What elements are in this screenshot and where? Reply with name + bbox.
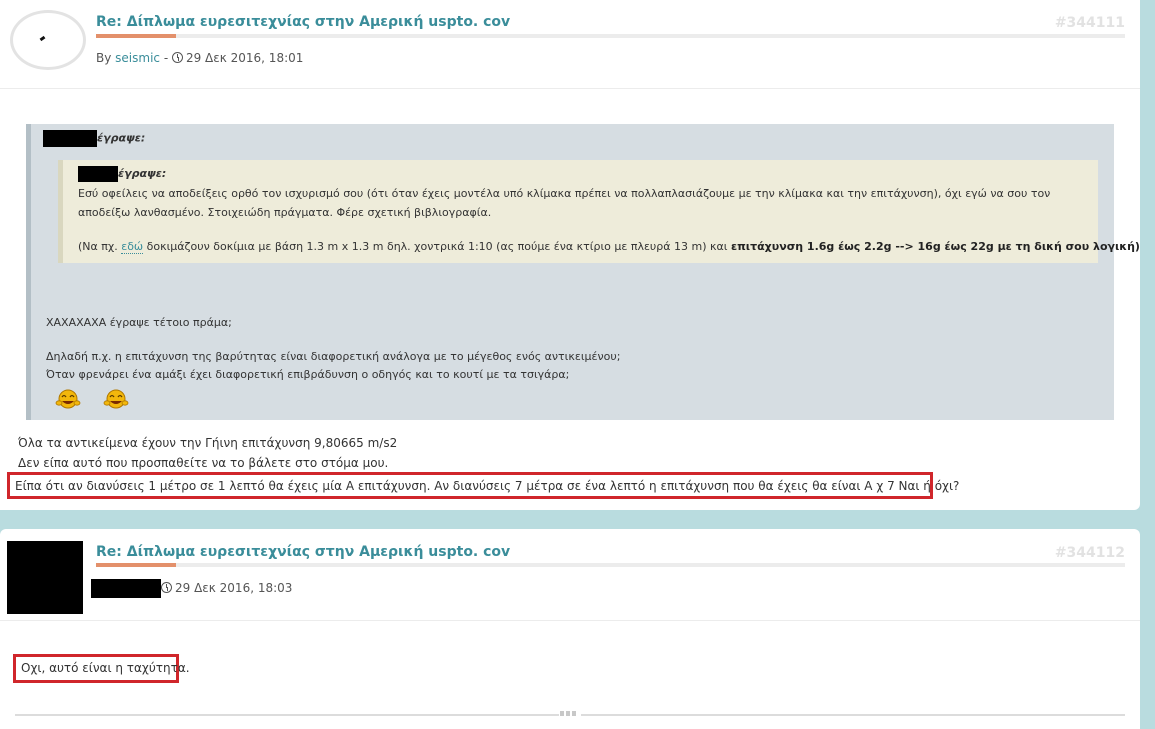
nested-quote-text: Εσύ οφείλεις να αποδείξεις ορθό τον ισχυ…: [78, 187, 1051, 219]
highlight-box: Είπα ότι αν διανύσεις 1 μέτρο σε 1 λεπτό…: [7, 472, 959, 499]
quote-line: Δηλαδή π.χ. η επιτάχυνση της βαρύτητας ε…: [46, 350, 621, 363]
post-meta: By seismic - 29 Δεκ 2016, 18:01: [96, 51, 303, 65]
clock-icon: [161, 582, 172, 593]
avatar[interactable]: [10, 10, 86, 70]
avatar[interactable]: [7, 541, 83, 614]
quote-block: έγραψε: έγραψε: Εσύ οφείλεις να αποδείξε…: [26, 124, 1140, 420]
post-text-line: Δεν είπα αυτό που προσπαθείτε να το βάλε…: [18, 456, 389, 470]
quote-wrote-label: έγραψε:: [97, 131, 146, 145]
highlight-box: Οχι, αυτό είναι η ταχύτητα.: [13, 654, 190, 683]
quote-line: ΧΑΧΑΧΑΧΑ έγραψε τέτοιο πράμα;: [46, 316, 232, 329]
nested-quote-header: έγραψε:: [78, 166, 166, 182]
redacted-username: [43, 130, 97, 147]
nested-quote-reference: (Να πχ. εδώ δοκιμάζουν δοκίμια με βάση 1…: [78, 240, 1140, 254]
clock-icon: [171, 52, 183, 63]
ref-prefix: (Να πχ.: [78, 240, 122, 253]
highlighted-text: Είπα ότι αν διανύσεις 1 μέτρο σε 1 λεπτό…: [15, 479, 960, 493]
post-title-link[interactable]: Re: Δίπλωμα ευρεσιτεχνίας στην Αμερική u…: [96, 544, 510, 560]
header-divider: [0, 88, 1140, 89]
post-344112: Re: Δίπλωμα ευρεσιτεχνίας στην Αμερική u…: [0, 529, 1140, 729]
nested-quote-block: έγραψε: Εσύ οφείλεις να αποδείξεις ορθό …: [58, 160, 1140, 263]
author-link[interactable]: seismic: [115, 51, 160, 65]
header-divider: [0, 620, 1140, 621]
reference-link[interactable]: εδώ: [121, 240, 144, 254]
laughing-smiley-icon: [55, 389, 81, 409]
quote-line: Όταν φρενάρει ένα αμάξι έχει διαφορετική…: [46, 368, 570, 381]
post-title-link[interactable]: Re: Δίπλωμα ευρεσιτεχνίας στην Αμερική u…: [96, 14, 510, 30]
title-divider: [96, 563, 1125, 567]
redacted-username: [78, 166, 118, 182]
quote-header: έγραψε:: [43, 130, 145, 147]
by-label: By: [96, 51, 116, 65]
post-date: 29 Δεκ 2016, 18:01: [185, 51, 304, 65]
title-divider: [96, 34, 1125, 38]
drag-grip-icon[interactable]: [559, 710, 581, 718]
nested-quote-wrote-label: έγραψε:: [118, 167, 167, 180]
highlighted-text: Οχι, αυτό είναι η ταχύτητα.: [21, 661, 190, 675]
ref-bold-text: επιτάχυνση 1.6g έως 2.2g --> 16g έως 22g…: [730, 240, 1140, 253]
post-date: 29 Δεκ 2016, 18:03: [175, 581, 293, 595]
post-344111: Re: Δίπλωμα ευρεσιτεχνίας στην Αμερική u…: [0, 0, 1140, 510]
redacted-username: [91, 579, 161, 598]
post-meta: 29 Δεκ 2016, 18:03: [91, 579, 292, 598]
post-id-link[interactable]: #344111: [1055, 15, 1125, 31]
post-id-link[interactable]: #344112: [1055, 545, 1125, 561]
meta-separator: -: [160, 51, 172, 65]
post-text-line: Όλα τα αντικείμενα έχουν την Γήινη επιτά…: [18, 436, 398, 450]
laughing-smiley-icon: [103, 389, 129, 409]
ref-middle: δοκιμάζουν δοκίμια με βάση 1.3 m x 1.3 m…: [143, 240, 731, 253]
